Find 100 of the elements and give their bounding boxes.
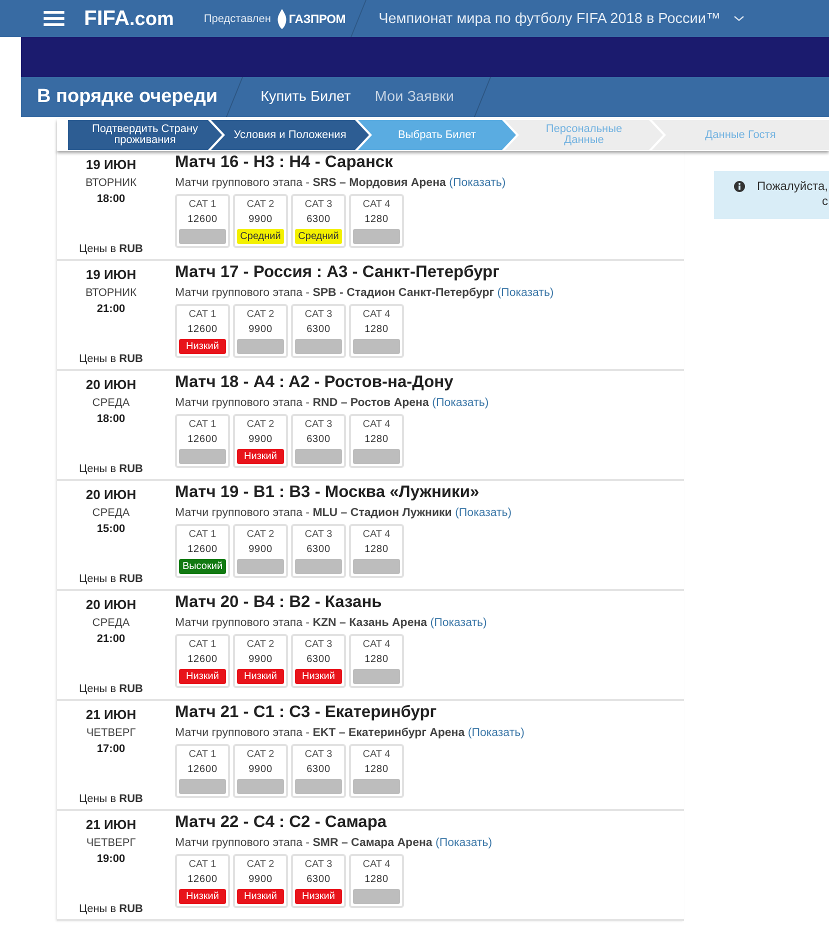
match-title: Матч 19 - B1 : B3 - Москва «Лужники»	[175, 483, 480, 502]
match-time: 15:00	[96, 523, 126, 535]
show-link[interactable]: (Показать)	[436, 837, 492, 849]
currency-note: Цены в RUB	[78, 793, 144, 805]
match-venue-text: Матчи группового этапа - EKT – Екатеринбург Арена (Показать)	[175, 727, 524, 739]
show-link[interactable]: (Показать)	[430, 617, 487, 629]
availability-bar: Низкий	[295, 889, 342, 904]
nav-tab[interactable]: Купить Билет	[260, 89, 351, 105]
notice-text: Пожалуйста, с	[756, 179, 828, 209]
availability-bar: Низкий	[179, 339, 226, 354]
sponsor-label: Представлен	[204, 12, 271, 24]
category-button[interactable]: CAT 4 1280	[349, 744, 404, 798]
nav-tab[interactable]: Мои Заявки	[374, 89, 454, 105]
match-time: 19:00	[96, 853, 126, 865]
menu-icon[interactable]	[43, 11, 65, 26]
currency-note: Цены в RUB	[78, 463, 144, 475]
category-button[interactable]: CAT 3 6300 Низкий	[291, 634, 346, 688]
chevron-down-icon[interactable]	[734, 16, 744, 21]
category-button[interactable]: CAT 2 9900 Низкий	[233, 854, 288, 908]
category-button[interactable]: CAT 1 12600	[175, 744, 230, 798]
currency-note: Цены в RUB	[78, 243, 144, 255]
match-venue-text: Матчи группового этапа - MLU – Стадион Лужники (Показать)	[175, 507, 512, 519]
match-venue-text: Матчи группового этапа - KZN – Казань Арена (Показать)	[175, 617, 487, 629]
availability-bar: Средний	[237, 229, 284, 244]
flame-icon	[276, 8, 287, 28]
match-title: Матч 18 - A4 : A2 - Ростов-на-Дону	[175, 373, 454, 392]
match-weekday: ВТОРНИК	[86, 177, 136, 189]
match-date: 21 ИЮН	[86, 707, 136, 722]
match-title: Матч 20 - B4 : B2 - Казань	[175, 593, 382, 612]
match-title: Матч 16 - H3 : H4 - Саранск	[175, 153, 393, 172]
match-venue-text: Матчи группового этапа - SPB - Стадион Санкт-Петербург (Показать)	[175, 287, 554, 299]
currency-note: Цены в RUB	[78, 683, 144, 695]
category-button[interactable]: CAT 1 12600 Низкий	[175, 304, 230, 358]
category-button[interactable]: CAT 2 9900 Низкий	[233, 634, 288, 688]
category-button[interactable]: CAT 2 9900	[233, 524, 288, 578]
match-title: Матч 17 - Россия : A3 - Санкт-Петербург	[175, 263, 500, 282]
match-time: 21:00	[96, 303, 126, 315]
category-button[interactable]: CAT 2 9900	[233, 744, 288, 798]
category-button[interactable]: CAT 1 12600	[175, 194, 230, 248]
category-button[interactable]: CAT 4 1280	[349, 524, 404, 578]
match-date: 20 ИЮН	[86, 377, 136, 392]
match-date: 19 ИЮН	[86, 157, 136, 172]
currency-note: Цены в RUB	[78, 903, 144, 915]
category-button[interactable]: CAT 3 6300 Средний	[291, 194, 346, 248]
match-weekday: СРЕДА	[92, 617, 130, 629]
category-button[interactable]: CAT 2 9900	[233, 304, 288, 358]
category-button[interactable]: CAT 3 6300	[291, 524, 346, 578]
category-button[interactable]: CAT 1 12600 Низкий	[175, 634, 230, 688]
progress-step: Персональные Данные	[505, 120, 663, 150]
match-date: 19 ИЮН	[86, 267, 136, 282]
match-time: 17:00	[96, 743, 126, 755]
currency-note: Цены в RUB	[78, 573, 144, 585]
category-button[interactable]: CAT 2 9900 Низкий	[233, 414, 288, 468]
availability-bar: Высокий	[179, 559, 226, 574]
championship-title[interactable]: Чемпионат мира по футболу FIFA 2018 в России™	[378, 10, 720, 26]
category-button[interactable]: CAT 3 6300 Низкий	[291, 854, 346, 908]
category-button[interactable]: CAT 1 12600 Высокий	[175, 524, 230, 578]
match-date: 20 ИЮН	[86, 597, 136, 612]
match-weekday: ЧЕТВЕРГ	[86, 727, 136, 739]
availability-bar: Низкий	[179, 889, 226, 904]
show-link[interactable]: (Показать)	[468, 727, 524, 739]
category-button[interactable]: CAT 2 9900 Средний	[233, 194, 288, 248]
show-link[interactable]: (Показать)	[432, 397, 489, 409]
match-time: 18:00	[96, 193, 126, 205]
match-venue-text: Матчи группового этапа - RND – Ростов Арена (Показать)	[175, 397, 489, 409]
category-button[interactable]: CAT 4 1280	[349, 854, 404, 908]
progress-step: Выбрать Билет	[358, 120, 516, 150]
match-venue-text: Матчи группового этапа - SRS – Мордовия Арена (Показать)	[175, 177, 506, 189]
availability-bar: Низкий	[237, 889, 284, 904]
category-button[interactable]: CAT 3 6300	[291, 744, 346, 798]
category-button[interactable]: CAT 4 1280	[349, 634, 404, 688]
site-logo[interactable]: FIFA.com	[84, 6, 174, 30]
match-weekday: СРЕДА	[92, 397, 130, 409]
category-button[interactable]: CAT 3 6300	[291, 414, 346, 468]
match-weekday: ВТОРНИК	[86, 287, 136, 299]
match-venue-text: Матчи группового этапа - SMR – Самара Арена (Показать)	[175, 837, 492, 849]
availability-bar: Низкий	[237, 449, 284, 464]
category-button[interactable]: CAT 4 1280	[349, 194, 404, 248]
match-title: Матч 22 - C4 : C2 - Самара	[175, 813, 387, 832]
currency-note: Цены в RUB	[78, 353, 144, 365]
match-time: 18:00	[96, 413, 126, 425]
category-button[interactable]: CAT 1 12600 Низкий	[175, 854, 230, 908]
category-button[interactable]: CAT 1 12600	[175, 414, 230, 468]
match-date: 20 ИЮН	[86, 487, 136, 502]
info-icon	[734, 181, 745, 192]
availability-bar: Низкий	[179, 669, 226, 684]
show-link[interactable]: (Показать)	[455, 507, 512, 519]
availability-bar: Средний	[295, 229, 342, 244]
progress-step: Условия и Положения	[211, 120, 369, 150]
category-button[interactable]: CAT 4 1280	[349, 414, 404, 468]
match-time: 21:00	[96, 633, 126, 645]
category-button[interactable]: CAT 4 1280	[349, 304, 404, 358]
progress-step: Подтвердить Страну проживания	[68, 120, 222, 150]
show-link[interactable]: (Показать)	[497, 287, 554, 299]
show-link[interactable]: (Показать)	[449, 177, 506, 189]
category-button[interactable]: CAT 3 6300	[291, 304, 346, 358]
progress-step: Данные Гостя	[652, 120, 829, 150]
match-weekday: ЧЕТВЕРГ	[86, 837, 136, 849]
availability-bar: Низкий	[295, 669, 342, 684]
sponsor-logo: ГАЗПРОМ	[288, 12, 346, 26]
